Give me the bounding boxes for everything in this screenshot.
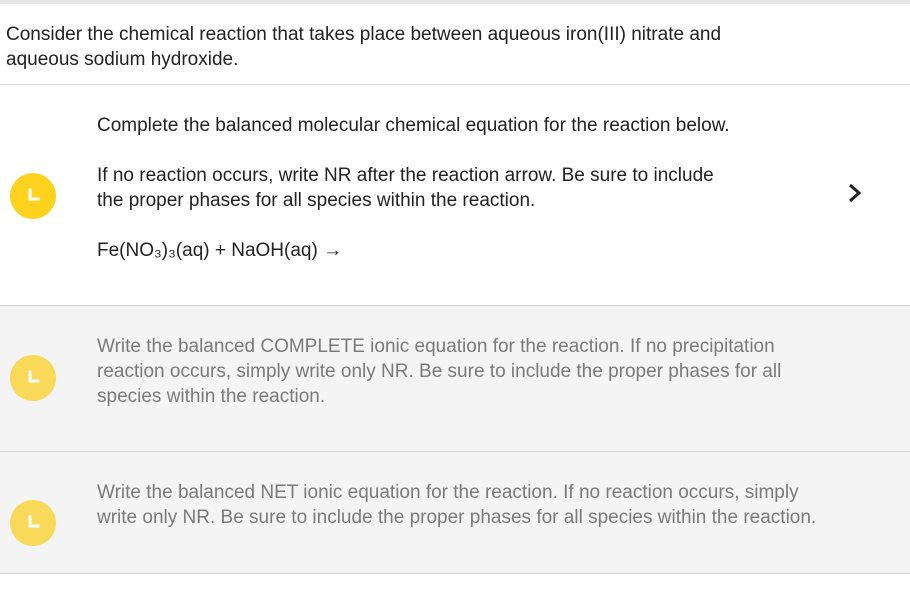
part-1-molecular-equation[interactable]: Complete the balanced molecular chemical…	[0, 85, 910, 306]
part-1-instruction: Complete the balanced molecular chemical…	[97, 115, 730, 136]
clock-icon	[10, 355, 56, 401]
part-3-content: Write the balanced NET ionic equation fo…	[97, 480, 900, 530]
part-2-content: Write the balanced COMPLETE ionic equati…	[97, 334, 900, 409]
part-1-content: Complete the balanced molecular chemical…	[97, 113, 900, 263]
question-prompt: Consider the chemical reaction that take…	[0, 4, 910, 85]
prompt-line-2: aqueous sodium hydroxide.	[6, 49, 239, 70]
part-1-note-line-2: the proper phases for all species within…	[97, 190, 536, 211]
part-1-note-line-1: If no reaction occurs, write NR after th…	[97, 165, 714, 186]
reaction-equation: Fe(NO₃)₃(aq) + NaOH(aq) →	[97, 240, 343, 261]
clock-icon	[10, 500, 56, 546]
part-3-net-ionic-equation[interactable]: Write the balanced NET ionic equation fo…	[0, 452, 910, 574]
part-2-complete-ionic-equation[interactable]: Write the balanced COMPLETE ionic equati…	[0, 306, 910, 452]
part-1-note: If no reaction occurs, write NR after th…	[97, 163, 900, 213]
part-3-line-1: Write the balanced NET ionic equation fo…	[97, 482, 799, 503]
part-3-line-2: write only NR. Be sure to include the pr…	[97, 507, 817, 528]
chevron-right-icon[interactable]	[846, 182, 864, 204]
clock-icon	[10, 173, 56, 219]
part-2-line-3: species within the reaction.	[97, 386, 326, 407]
prompt-line-1: Consider the chemical reaction that take…	[6, 24, 722, 45]
part-2-line-2: reaction occurs, simply write only NR. B…	[97, 361, 782, 382]
part-2-line-1: Write the balanced COMPLETE ionic equati…	[97, 336, 775, 357]
